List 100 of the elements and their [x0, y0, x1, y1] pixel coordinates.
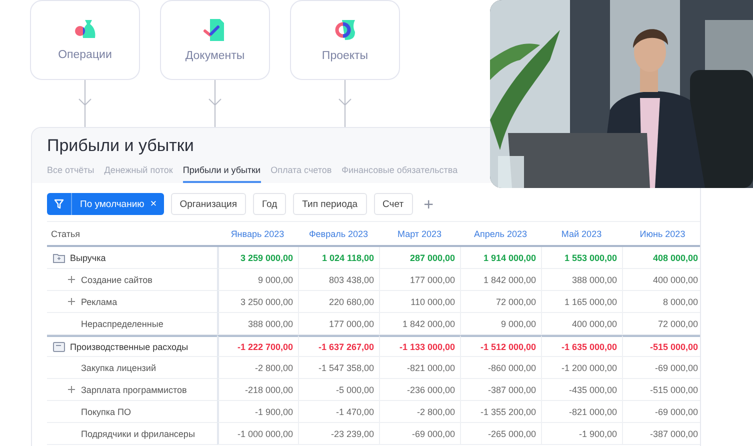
- report-tab[interactable]: Финансовые обязательства: [342, 162, 458, 183]
- table-cell: -2 800,00: [217, 357, 298, 379]
- filter-chip[interactable]: Год: [252, 193, 286, 215]
- module-card[interactable]: Проекты: [290, 0, 400, 80]
- expand-button[interactable]: [67, 297, 76, 306]
- plus-icon: [68, 276, 75, 283]
- table-cell: -387 000,00: [460, 379, 541, 401]
- row-name: Закупка лицензий: [81, 362, 156, 372]
- report-tab[interactable]: Прибыли и убытки: [182, 162, 261, 183]
- table-cell: -2 800,00: [379, 401, 460, 423]
- table-cell: 400 000,00: [622, 269, 700, 291]
- table-cell: -1 222 700,00: [217, 335, 298, 357]
- row-name: Подрядчики и фрилансеры: [81, 428, 195, 438]
- module-label: Операции: [58, 49, 112, 61]
- table-cell: -387 000,00: [622, 423, 700, 445]
- remove-filter-button[interactable]: ×: [150, 198, 164, 210]
- table-cell: -5 000,00: [298, 379, 379, 401]
- table-cell: 8 000,00: [622, 291, 700, 313]
- table-cell: 1 914 000,00: [460, 247, 541, 269]
- filter-label: По умолчанию: [79, 198, 146, 210]
- table-cell: 400 000,00: [541, 313, 622, 335]
- table-cell: 1 024 118,00: [298, 247, 379, 269]
- table-cell: 72 000,00: [460, 291, 541, 313]
- expand-button[interactable]: [67, 275, 76, 284]
- row-name: Выручка: [70, 252, 106, 262]
- column-header: Статья: [47, 222, 217, 247]
- table-cell: -1 635 000,00: [541, 335, 622, 357]
- document-check-icon: [203, 18, 227, 42]
- connector-arrow: [76, 80, 94, 127]
- funnel-icon: [54, 199, 64, 209]
- table-cell: 287 000,00: [379, 247, 460, 269]
- table-cell: 177 000,00: [379, 269, 460, 291]
- table-cell: 1 553 000,00: [541, 247, 622, 269]
- table-cell: -236 000,00: [379, 379, 460, 401]
- table-cell: -69 000,00: [622, 357, 700, 379]
- module-label: Проекты: [322, 50, 368, 62]
- table-cell: -1 200 000,00: [541, 357, 622, 379]
- column-header: Май 2023: [541, 222, 622, 247]
- table-cell: -265 000,00: [460, 423, 541, 445]
- table-cell: -821 000,00: [379, 357, 460, 379]
- filter-chip[interactable]: Счет: [374, 193, 413, 215]
- table-cell: -860 000,00: [460, 357, 541, 379]
- row-name: Реклама: [81, 296, 118, 306]
- table-cell: -23 239,00: [298, 423, 379, 445]
- report-tab[interactable]: Денежный поток: [104, 162, 173, 183]
- table-cell: 1 842 000,00: [460, 269, 541, 291]
- filter-chip[interactable]: Тип периода: [293, 193, 367, 215]
- plus-icon: [68, 386, 75, 393]
- table-cell: -1 637 267,00: [298, 335, 379, 357]
- table-cell: 803 438,00: [298, 269, 379, 291]
- ring-icon: [333, 18, 357, 42]
- column-header: Март 2023: [379, 222, 460, 247]
- table-cell: -435 000,00: [541, 379, 622, 401]
- table-cell: -1 470,00: [298, 401, 379, 423]
- table-cell: -69 000,00: [622, 401, 700, 423]
- table-cell: -1 000 000,00: [217, 423, 298, 445]
- table-cell: -1 355 200,00: [460, 401, 541, 423]
- report-tab[interactable]: Все отчёты: [47, 162, 94, 183]
- table-cell: 1 165 000,00: [541, 291, 622, 313]
- add-filter-button[interactable]: +: [420, 196, 438, 212]
- row-name: Создание сайтов: [81, 274, 152, 284]
- table-cell: -69 000,00: [379, 423, 460, 445]
- row-name: Производственные расходы: [70, 342, 188, 352]
- column-header: Февраль 2023: [298, 222, 379, 247]
- table-cell: 9 000,00: [217, 269, 298, 291]
- table-cell: -1 133 000,00: [379, 335, 460, 357]
- connector-arrow: [336, 80, 354, 127]
- table-cell: 9 000,00: [460, 313, 541, 335]
- module-card[interactable]: Документы: [160, 0, 270, 80]
- module-label: Документы: [185, 50, 245, 62]
- report-title: Прибыли и убытки: [47, 136, 195, 156]
- table-cell: 72 000,00: [622, 313, 700, 335]
- table-cell: -1 512 000,00: [460, 335, 541, 357]
- column-header: Апрель 2023: [460, 222, 541, 247]
- row-name: Нераспределенные: [81, 318, 164, 328]
- table-cell: 3 259 000,00: [217, 247, 298, 269]
- folder-icon: [53, 252, 65, 262]
- table-cell: 408 000,00: [622, 247, 700, 269]
- table-cell: -1 547 358,00: [298, 357, 379, 379]
- table-cell: 1 842 000,00: [379, 313, 460, 335]
- table-cell: 3 250 000,00: [217, 291, 298, 313]
- table-cell: 220 680,00: [298, 291, 379, 313]
- row-name: Зарплата программистов: [81, 384, 187, 394]
- expand-button[interactable]: [67, 385, 76, 394]
- table-cell: -515 000,00: [622, 379, 700, 401]
- column-header: Июнь 2023: [622, 222, 700, 247]
- table-cell: 388 000,00: [541, 269, 622, 291]
- report-tab[interactable]: Оплата счетов: [270, 162, 332, 183]
- list-card-icon: [53, 342, 65, 352]
- table-cell: 388 000,00: [217, 313, 298, 335]
- table-cell: -515 000,00: [622, 335, 700, 357]
- table-cell: 110 000,00: [379, 291, 460, 313]
- table-cell: -1 900,00: [217, 401, 298, 423]
- table-cell: -821 000,00: [541, 401, 622, 423]
- table-cell: -1 900,00: [541, 423, 622, 445]
- table-cell: -218 000,00: [217, 379, 298, 401]
- filter-chip[interactable]: Организация: [170, 193, 246, 215]
- module-card[interactable]: Операции: [30, 0, 140, 80]
- plus-icon: [68, 298, 75, 305]
- money-bag-icon: [73, 19, 97, 41]
